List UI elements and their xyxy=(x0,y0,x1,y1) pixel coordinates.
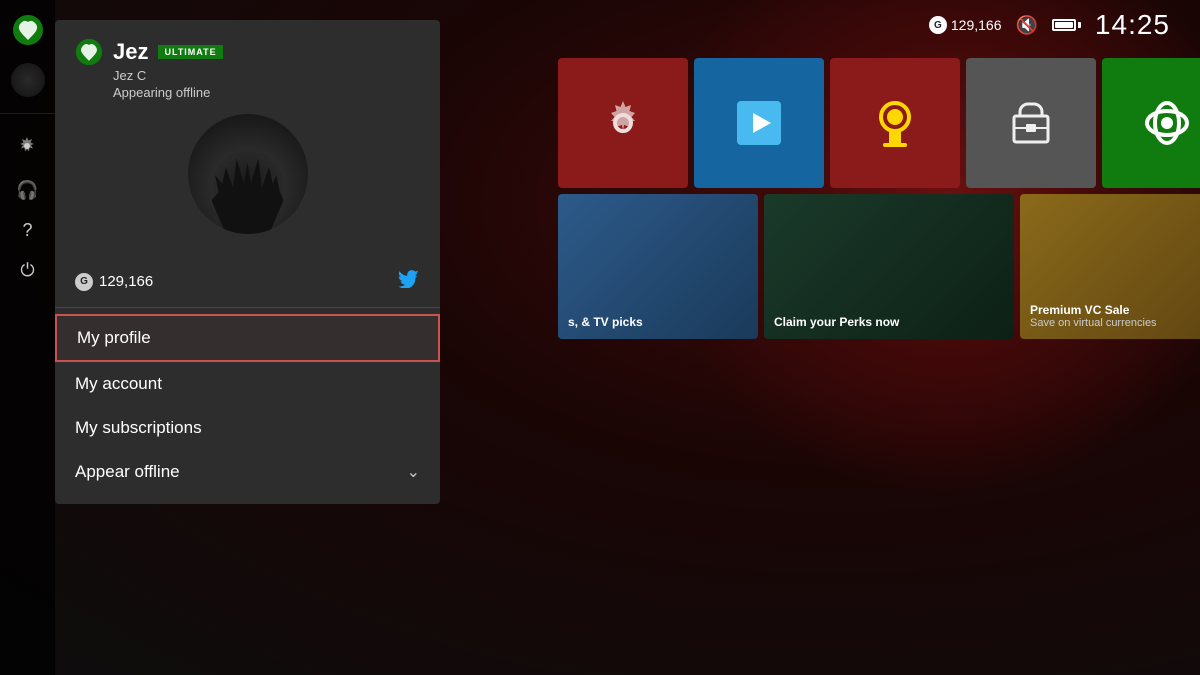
ultimate-badge: ULTIMATE xyxy=(158,45,222,59)
menu-my-profile-label: My profile xyxy=(77,328,151,348)
profile-gamerscore-row: G 129,166 xyxy=(75,273,153,291)
battery-indicator xyxy=(1052,19,1081,31)
dragon-label: Claim your Perks now xyxy=(774,315,1004,329)
g-icon: G xyxy=(929,16,947,34)
menu-my-account-label: My account xyxy=(75,374,162,394)
battery-body xyxy=(1052,19,1076,31)
battery-fill xyxy=(1055,22,1073,28)
vertical-nav: 🎧 ? ⏻ xyxy=(0,0,55,675)
profile-header: Jez ULTIMATE Jez C Appearing offline xyxy=(55,20,440,262)
settings-icon xyxy=(597,97,649,149)
nav-icon-power[interactable]: ⏻ xyxy=(20,261,34,279)
profile-gs-value: 129,166 xyxy=(99,273,153,290)
achievements-icon xyxy=(869,97,921,149)
battery-tip xyxy=(1078,22,1081,28)
nav-icon-help[interactable]: ? xyxy=(22,221,32,239)
profile-avatar-large xyxy=(188,114,308,234)
xbox-logo-small xyxy=(75,38,103,66)
profile-realname: Jez C xyxy=(113,68,420,83)
gamerscore-value: 129,166 xyxy=(951,17,1002,33)
gamepass-icon xyxy=(1140,96,1194,150)
profile-stats-row: G 129,166 xyxy=(55,262,440,307)
tile-vc-sale[interactable]: Premium VC Sale Save on virtual currenci… xyxy=(1020,194,1200,339)
vc-sublabel: Save on virtual currencies xyxy=(1030,317,1200,329)
nav-icon-settings[interactable] xyxy=(17,136,37,159)
tile-media[interactable] xyxy=(694,58,824,188)
gamerscore-display: G 129,166 xyxy=(929,16,1002,34)
tile-entertainment[interactable]: s, & TV picks xyxy=(558,194,758,339)
chevron-down-icon: ⌄ xyxy=(407,462,420,482)
tile-dragon-content: Claim your Perks now xyxy=(764,194,1014,339)
muted-icon: 🔇 xyxy=(1016,15,1038,36)
topbar-right: G 129,166 🔇 14:25 xyxy=(929,9,1170,41)
twitter-icon[interactable] xyxy=(398,270,420,293)
profile-gamertag: Jez xyxy=(113,39,148,65)
tile-vc-content: Premium VC Sale Save on virtual currenci… xyxy=(1020,194,1200,339)
menu-item-appear-offline[interactable]: Appear offline ⌄ xyxy=(55,450,440,494)
menu-item-my-subscriptions[interactable]: My subscriptions xyxy=(55,406,440,450)
entertainment-label: s, & TV picks xyxy=(568,315,748,329)
tile-settings[interactable] xyxy=(558,58,688,188)
tile-achievements[interactable] xyxy=(830,58,960,188)
profile-panel: Jez ULTIMATE Jez C Appearing offline G 1… xyxy=(55,20,440,504)
nav-user-block xyxy=(0,63,55,114)
nav-icons: 🎧 ? ⏻ xyxy=(16,136,38,279)
menu-my-subscriptions-label: My subscriptions xyxy=(75,418,202,438)
store-icon xyxy=(1006,98,1056,148)
profile-divider xyxy=(55,307,440,308)
clock: 14:25 xyxy=(1095,9,1170,41)
menu-item-my-account[interactable]: My account xyxy=(55,362,440,406)
tile-gamepass[interactable] xyxy=(1102,58,1200,188)
gs-icon: G xyxy=(75,273,93,291)
tile-store[interactable] xyxy=(966,58,1096,188)
nav-avatar-small xyxy=(11,63,45,97)
tile-entertainment-content: s, & TV picks xyxy=(558,194,758,339)
vc-label: Premium VC Sale xyxy=(1030,303,1200,317)
profile-status: Appearing offline xyxy=(113,85,420,100)
profile-name-row: Jez ULTIMATE xyxy=(75,38,420,66)
menu-item-my-profile[interactable]: My profile xyxy=(55,314,440,362)
nav-icon-headset[interactable]: 🎧 xyxy=(16,181,38,199)
tile-dragon[interactable]: Claim your Perks now xyxy=(764,194,1014,339)
menu-appear-offline-label: Appear offline xyxy=(75,462,180,482)
media-icon xyxy=(733,97,785,149)
avatar-forest-bg xyxy=(188,114,308,234)
